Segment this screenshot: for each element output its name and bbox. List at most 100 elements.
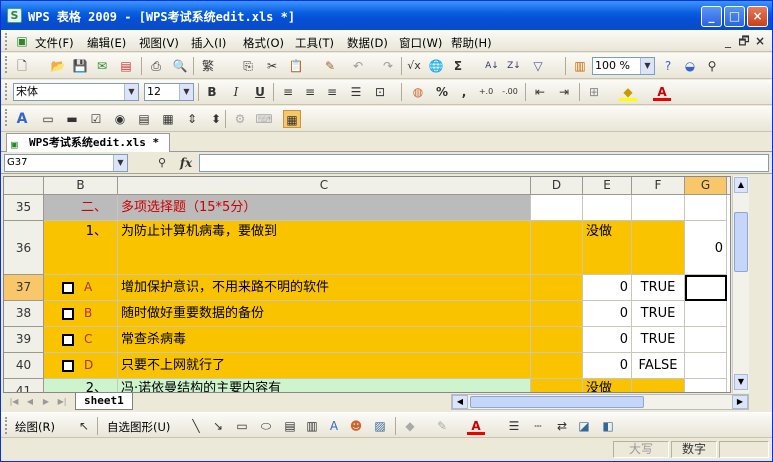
- draw-font-color-icon[interactable]: A: [467, 417, 485, 435]
- control-properties-icon[interactable]: ⚙: [231, 110, 249, 128]
- print-preview-icon[interactable]: 🔍: [171, 57, 189, 75]
- cell-f39[interactable]: TRUE: [632, 327, 685, 353]
- select-all-corner[interactable]: [4, 177, 44, 195]
- decrease-decimal-icon[interactable]: -.00: [501, 83, 519, 101]
- align-right-icon[interactable]: ≡: [323, 83, 341, 101]
- cell-e38[interactable]: 0: [583, 301, 632, 327]
- radio-control-icon[interactable]: ◉: [111, 110, 129, 128]
- vertical-textbox-tool-icon[interactable]: ▥: [303, 417, 321, 435]
- paste-icon[interactable]: 📋: [287, 57, 305, 75]
- cell-e37[interactable]: 0: [583, 275, 632, 301]
- cut-icon[interactable]: ✂: [263, 57, 281, 75]
- row-header[interactable]: 37: [4, 275, 44, 301]
- vertical-scroll-thumb[interactable]: [734, 212, 748, 272]
- cell-g35[interactable]: [685, 195, 727, 221]
- cell-b38[interactable]: B: [44, 301, 118, 327]
- 3d-icon[interactable]: ◧: [599, 417, 617, 435]
- line-tool-icon[interactable]: ╲: [187, 417, 205, 435]
- cell-b40[interactable]: D: [44, 353, 118, 379]
- cell-d35[interactable]: [531, 195, 583, 221]
- draw-menu-button[interactable]: 绘图(R): [15, 419, 55, 435]
- cell-b35[interactable]: 二、: [44, 195, 118, 221]
- cell-c41[interactable]: 冯·诺依曼结构的主要内容有: [118, 379, 531, 392]
- chevron-down-icon[interactable]: ▼: [113, 155, 127, 171]
- name-box[interactable]: G37 ▼: [4, 154, 128, 172]
- borders-icon[interactable]: ⊞: [585, 83, 603, 101]
- scrollbar-control-icon[interactable]: ⇕: [183, 110, 201, 128]
- checkbox-b[interactable]: [62, 307, 74, 320]
- decrease-indent-icon[interactable]: ⇤: [531, 83, 549, 101]
- wordart-icon[interactable]: A: [325, 417, 343, 435]
- chart-icon[interactable]: ▥: [571, 57, 589, 75]
- cell-c39[interactable]: 常查杀病毒: [118, 327, 531, 353]
- menu-insert[interactable]: 插入(I): [191, 35, 226, 51]
- cell-c40[interactable]: 只要不上网就行了: [118, 353, 531, 379]
- spinner-control-icon[interactable]: ⬍: [207, 110, 225, 128]
- column-header-f[interactable]: F: [632, 177, 685, 195]
- find-icon[interactable]: ⚲: [153, 154, 171, 172]
- hyperlink-icon[interactable]: 🌐: [427, 57, 445, 75]
- column-header-h[interactable]: [727, 177, 730, 195]
- ellipse-tool-icon[interactable]: ⬭: [257, 417, 275, 435]
- combobox-control-icon[interactable]: ▦: [159, 110, 177, 128]
- menu-view[interactable]: 视图(V): [139, 35, 179, 51]
- cell-c37[interactable]: 增加保护意识，不用来路不明的软件: [118, 275, 531, 301]
- italic-button[interactable]: I: [227, 83, 245, 101]
- open-icon[interactable]: 📂: [49, 57, 67, 75]
- cell-d38[interactable]: [531, 301, 583, 327]
- minimize-button[interactable]: _: [701, 6, 722, 27]
- toolbar-grip[interactable]: [5, 417, 9, 434]
- cell-f41[interactable]: [632, 379, 685, 392]
- sum-button[interactable]: Σ: [449, 57, 467, 75]
- column-header-e[interactable]: E: [583, 177, 632, 195]
- cell-f36[interactable]: [632, 221, 685, 275]
- cell-d39[interactable]: [531, 327, 583, 353]
- cell-d36[interactable]: [531, 221, 583, 275]
- picture-icon[interactable]: ▨: [371, 417, 389, 435]
- textbox-tool-icon[interactable]: ▤: [281, 417, 299, 435]
- print-icon[interactable]: ⎙: [147, 57, 165, 75]
- column-header-g[interactable]: G: [685, 177, 727, 195]
- wps-online-icon[interactable]: ◒: [681, 57, 699, 75]
- column-header-d[interactable]: D: [531, 177, 583, 195]
- button-control-icon[interactable]: ▬: [63, 110, 81, 128]
- help-icon[interactable]: ?: [659, 57, 677, 75]
- scroll-left-arrow-icon[interactable]: ◀: [452, 395, 468, 409]
- rectangle-tool-icon[interactable]: ▭: [233, 417, 251, 435]
- insert-function-button[interactable]: fx: [177, 154, 195, 172]
- checkbox-d[interactable]: [62, 359, 74, 372]
- cell-e40[interactable]: 0: [583, 353, 632, 379]
- menu-help[interactable]: 帮助(H): [451, 35, 492, 51]
- autoshapes-menu-button[interactable]: 自选图形(U): [107, 419, 170, 435]
- cell-d40[interactable]: [531, 353, 583, 379]
- arrow-tool-icon[interactable]: ↘: [209, 417, 227, 435]
- cell-g38[interactable]: [685, 301, 727, 327]
- pdf-icon[interactable]: ▤: [117, 57, 135, 75]
- sort-asc-icon[interactable]: A↓: [483, 57, 501, 75]
- filter-icon[interactable]: ▽: [529, 57, 547, 75]
- chevron-down-icon[interactable]: ▼: [640, 58, 654, 74]
- bold-button[interactable]: B: [203, 83, 221, 101]
- checkbox-a[interactable]: [62, 281, 74, 294]
- row-header[interactable]: 39: [4, 327, 44, 353]
- close-button[interactable]: ×: [747, 6, 768, 27]
- title-bar[interactable]: S WPS 表格 2009 - [WPS考试系统edit.xls *] _ □ …: [1, 1, 772, 30]
- chevron-down-icon[interactable]: ▼: [179, 84, 193, 100]
- menu-tools[interactable]: 工具(T): [295, 35, 334, 51]
- cell-d37[interactable]: [531, 275, 583, 301]
- menu-data[interactable]: 数据(D): [347, 35, 388, 51]
- cell-g39[interactable]: [685, 327, 727, 353]
- zoom-combo[interactable]: 100 % ▼: [592, 57, 655, 75]
- comma-button[interactable]: ,: [455, 83, 473, 101]
- traditional-chinese-button[interactable]: 繁: [199, 57, 217, 75]
- sort-desc-icon[interactable]: Z↓: [505, 57, 523, 75]
- font-name-combo[interactable]: 宋体 ▼: [13, 83, 139, 101]
- doc-close-button[interactable]: ×: [751, 32, 769, 50]
- cell-g41[interactable]: [685, 379, 727, 392]
- label-control-icon[interactable]: A: [13, 110, 31, 128]
- cell-b36[interactable]: 1、: [44, 221, 118, 275]
- cell-f35[interactable]: [632, 195, 685, 221]
- arrow-style-icon[interactable]: ⇄: [553, 417, 571, 435]
- row-header[interactable]: 38: [4, 301, 44, 327]
- fill-color-icon[interactable]: ◆: [401, 417, 419, 435]
